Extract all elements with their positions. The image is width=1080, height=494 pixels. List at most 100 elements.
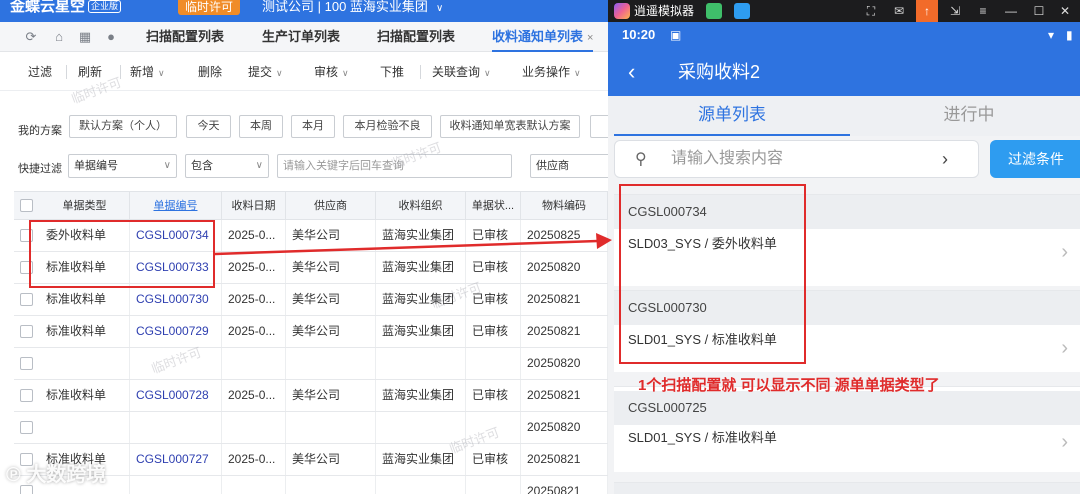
select-all-checkbox[interactable]: [20, 199, 33, 212]
table-row[interactable]: 20250820: [14, 348, 608, 380]
highlight-box-phone: [619, 184, 806, 364]
search-input[interactable]: ⚲ 请输入搜索内容 ›: [614, 140, 979, 178]
cell-doc-no[interactable]: [130, 476, 222, 494]
table-row[interactable]: 标准收料单 CGSL000730 2025-0... 美华公司 蓝海实业集团 已审核 202…: [14, 284, 608, 316]
business-ops-button[interactable]: 业务操作 ∨: [522, 53, 581, 91]
scheme-wide-table[interactable]: 收料通知单宽表默认方案: [440, 115, 580, 138]
trial-license-badge[interactable]: 临时许可: [178, 0, 240, 15]
related-query-button[interactable]: 关联查询 ∨: [432, 53, 491, 91]
tab-scan-config-1[interactable]: 扫描配置列表: [146, 22, 224, 52]
cell-doc-no[interactable]: CGSL000729: [130, 316, 222, 347]
close-icon[interactable]: ✕: [1054, 0, 1076, 22]
scheme-this-month[interactable]: 本月: [291, 115, 335, 138]
cell-doc-no[interactable]: [130, 412, 222, 443]
cell-doc-type: 标准收料单: [40, 284, 130, 315]
table-row[interactable]: 20250820: [14, 412, 608, 444]
filter-conditions-button[interactable]: 过滤条件: [990, 140, 1080, 178]
toolbar-divider: [420, 65, 421, 79]
row-checkbox[interactable]: [20, 357, 33, 370]
cell-receipt-org: 蓝海实业集团: [376, 316, 466, 347]
home-app-icon[interactable]: [734, 3, 750, 19]
minimize-icon[interactable]: —: [1000, 0, 1022, 22]
delete-button[interactable]: 删除: [198, 53, 222, 91]
cell-material-code: 20250825: [521, 220, 608, 251]
cell-supplier: 美华公司: [286, 316, 376, 347]
tab-receipt-notice[interactable]: 收料通知单列表 ×: [492, 22, 594, 52]
filter-operator-select[interactable]: 包含 ∨: [185, 154, 269, 178]
refresh-icon[interactable]: ⟳: [24, 30, 38, 44]
fullscreen-icon[interactable]: ⛶: [860, 0, 882, 22]
toolbar-divider: [120, 65, 121, 79]
refresh-button[interactable]: 刷新: [78, 53, 102, 91]
home-icon[interactable]: ⌂: [52, 30, 66, 44]
message-icon[interactable]: ●: [104, 30, 118, 44]
row-checkbox[interactable]: [20, 421, 33, 434]
add-button-label: 新增: [130, 65, 155, 79]
col-doc-type[interactable]: 单据类型: [40, 192, 130, 220]
tab-scan-config-2[interactable]: 扫描配置列表: [377, 22, 455, 52]
apps-grid-icon[interactable]: ▦: [78, 30, 92, 44]
cell-supplier: [286, 348, 376, 379]
cell-supplier: 美华公司: [286, 444, 376, 475]
filter-field2-select[interactable]: 供应商: [530, 154, 608, 178]
search-icon: ⚲: [635, 151, 647, 168]
maximize-icon[interactable]: ☐: [1028, 0, 1050, 22]
company-switcher[interactable]: 测试公司 | 100 蓝海实业集团 ∨: [262, 0, 443, 15]
row-checkbox[interactable]: [20, 325, 33, 338]
source-card[interactable]: CGSL000725 SLD01_SYS / 标准收料单 ›: [614, 386, 1080, 472]
close-icon[interactable]: ×: [587, 32, 593, 44]
mail-icon[interactable]: ✉: [888, 0, 910, 22]
col-receipt-org[interactable]: 收料组织: [376, 192, 466, 220]
tab-production-order[interactable]: 生产订单列表: [262, 22, 340, 52]
cell-doc-no[interactable]: CGSL000727: [130, 444, 222, 475]
cell-doc-no[interactable]: CGSL000730: [130, 284, 222, 315]
add-button[interactable]: 新增 ∨: [130, 53, 165, 91]
col-doc-no[interactable]: 单据编号: [130, 192, 222, 220]
phone-time: 10:20: [622, 27, 656, 42]
col-supplier[interactable]: 供应商: [286, 192, 376, 220]
cell-receipt-date: 2025-0...: [222, 252, 286, 283]
filter-keyword-input[interactable]: 请输入关键字后回车查询: [277, 154, 512, 178]
cell-doc-status: 已审核: [466, 220, 521, 251]
audit-button[interactable]: 审核 ∨: [314, 53, 349, 91]
cell-doc-no[interactable]: [130, 348, 222, 379]
cell-receipt-org: [376, 412, 466, 443]
submit-button[interactable]: 提交 ∨: [248, 53, 283, 91]
chevron-down-icon: ∨: [484, 68, 491, 78]
wifi-icon: ▾: [1048, 28, 1055, 42]
filter-operator-value: 包含: [191, 160, 213, 172]
scheme-this-week[interactable]: 本周: [239, 115, 283, 138]
exit-icon[interactable]: ⇲: [944, 0, 966, 22]
tab-source-list[interactable]: 源单列表: [614, 96, 850, 136]
phone-header: ‹ 采购收料2: [608, 48, 1080, 96]
table-row[interactable]: 标准收料单 CGSL000729 2025-0... 美华公司 蓝海实业集团 已审核 202…: [14, 316, 608, 348]
col-doc-status[interactable]: 单据状...: [466, 192, 521, 220]
cell-doc-no[interactable]: CGSL000728: [130, 380, 222, 411]
table-row[interactable]: 标准收料单 CGSL000728 2025-0... 美华公司 蓝海实业集团 已审核 202…: [14, 380, 608, 412]
row-checkbox[interactable]: [20, 293, 33, 306]
cell-supplier: 美华公司: [286, 380, 376, 411]
scheme-month-defect[interactable]: 本月检验不良: [343, 115, 432, 138]
upload-icon[interactable]: ↑: [916, 0, 938, 22]
push-down-button[interactable]: 下推: [380, 53, 404, 91]
scheme-more[interactable]: [590, 115, 608, 138]
chevron-right-icon[interactable]: ›: [942, 141, 948, 177]
filter-field-select[interactable]: 单据编号 ∨: [68, 154, 177, 178]
scheme-default[interactable]: 默认方案（个人）: [69, 115, 177, 138]
cell-receipt-date: 2025-0...: [222, 284, 286, 315]
app-store-icon[interactable]: [706, 3, 722, 19]
filter-button[interactable]: 过滤: [28, 53, 52, 91]
col-material-code[interactable]: 物料编码: [521, 192, 608, 220]
tab-receipt-notice-label: 收料通知单列表: [492, 29, 584, 44]
back-icon[interactable]: ‹: [628, 48, 635, 96]
source-card[interactable]: CGSL000724: [614, 482, 1080, 494]
cell-material-code: 20250821: [521, 380, 608, 411]
cell-material-code: 20250821: [521, 284, 608, 315]
menu-icon[interactable]: ≡: [972, 0, 994, 22]
row-checkbox[interactable]: [20, 389, 33, 402]
col-receipt-date[interactable]: 收料日期: [222, 192, 286, 220]
scheme-today[interactable]: 今天: [186, 115, 231, 138]
tab-in-progress[interactable]: 进行中: [858, 96, 1080, 136]
chevron-down-icon: ∨: [276, 68, 283, 78]
my-scheme-label: 我的方案: [18, 125, 62, 137]
